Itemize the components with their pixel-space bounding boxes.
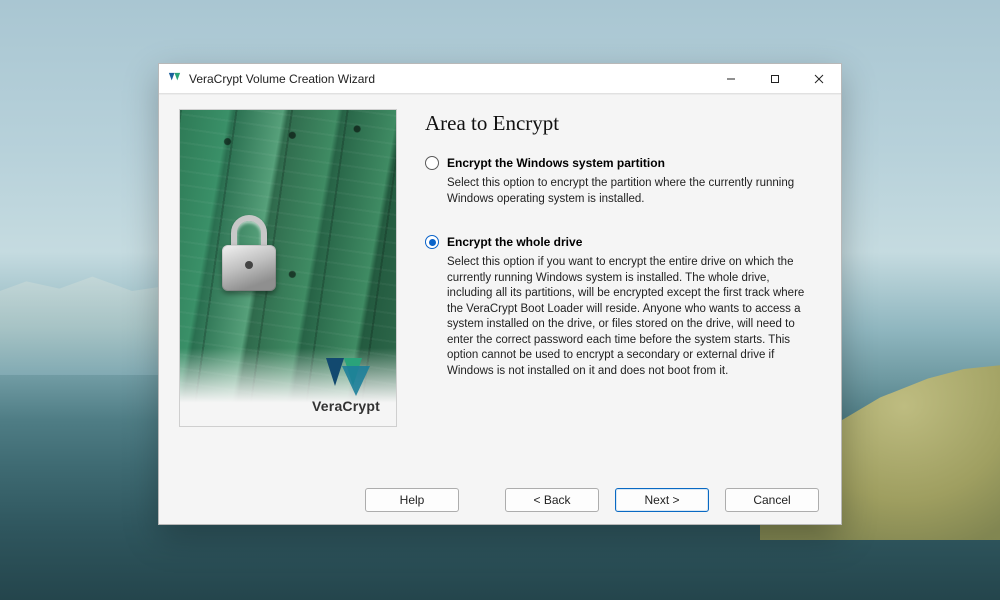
page-heading: Area to Encrypt <box>425 111 821 136</box>
veracrypt-logo: VeraCrypt <box>312 356 380 416</box>
option-label: Encrypt the whole drive <box>447 235 582 249</box>
option-encrypt-partition[interactable]: Encrypt the Windows system partition Sel… <box>425 156 821 207</box>
brand-name: VeraCrypt <box>312 398 380 414</box>
radio-encrypt-whole-drive[interactable] <box>425 235 439 249</box>
help-button[interactable]: Help <box>365 488 459 512</box>
wizard-footer: Help < Back Next > Cancel <box>159 476 841 524</box>
padlock-icon <box>222 215 280 293</box>
titlebar[interactable]: VeraCrypt Volume Creation Wizard <box>159 64 841 94</box>
wizard-window: VeraCrypt Volume Creation Wizard <box>158 63 842 525</box>
minimize-button[interactable] <box>709 64 753 94</box>
close-button[interactable] <box>797 64 841 94</box>
wizard-content: Area to Encrypt Encrypt the Windows syst… <box>425 109 821 468</box>
app-icon <box>167 71 182 86</box>
option-description: Select this option if you want to encryp… <box>425 255 805 379</box>
wizard-hero-image: VeraCrypt <box>179 109 397 427</box>
window-title: VeraCrypt Volume Creation Wizard <box>189 72 375 86</box>
back-button[interactable]: < Back <box>505 488 599 512</box>
option-label: Encrypt the Windows system partition <box>447 156 665 170</box>
cancel-button[interactable]: Cancel <box>725 488 819 512</box>
desktop-wallpaper: VeraCrypt Volume Creation Wizard <box>0 0 1000 600</box>
option-description: Select this option to encrypt the partit… <box>425 176 805 207</box>
next-button[interactable]: Next > <box>615 488 709 512</box>
option-encrypt-whole-drive[interactable]: Encrypt the whole drive Select this opti… <box>425 235 821 379</box>
radio-encrypt-partition[interactable] <box>425 156 439 170</box>
maximize-button[interactable] <box>753 64 797 94</box>
